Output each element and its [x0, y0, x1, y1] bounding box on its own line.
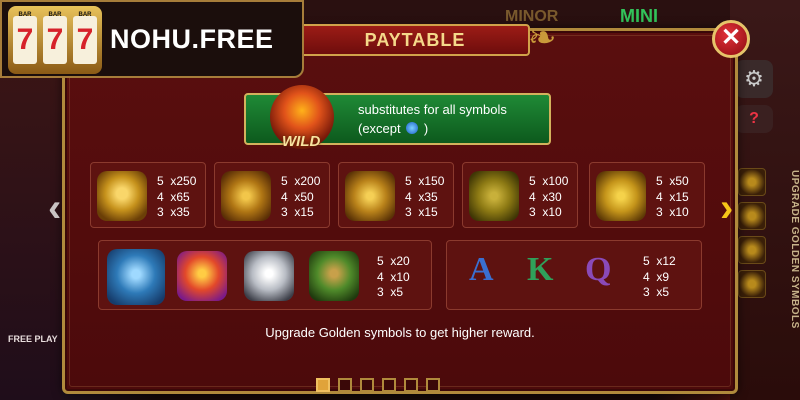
page-dot[interactable]	[426, 378, 440, 392]
blue-dragon-icon	[107, 249, 165, 305]
payout-values: 5 x150 4 x35 3 x15	[405, 174, 445, 219]
slot-machine-icon: BAR BAR BAR 7 7 7	[8, 6, 102, 74]
golden-phoenix-icon	[221, 171, 271, 221]
letter-q-icon: Q	[585, 251, 612, 288]
strip-symbol	[738, 236, 766, 264]
wild-exception: (except )	[358, 121, 428, 136]
paytable-cell-golden-turtle: 5 x100 4 x30 3 x10	[462, 162, 578, 228]
green-turtle-icon	[309, 251, 359, 301]
white-tiger-icon	[244, 251, 294, 301]
paytable-cell-letters: A K Q 5 x12 4 x9 3 x5	[446, 240, 702, 310]
wild-except-close: )	[423, 121, 429, 136]
payout-values: 5 x200 4 x50 3 x15	[281, 174, 321, 219]
paytable-cell-golden-phoenix: 5 x200 4 x50 3 x15	[214, 162, 330, 228]
page-indicator	[316, 378, 440, 396]
page-dot[interactable]	[382, 378, 396, 392]
golden-tiger-icon	[345, 171, 395, 221]
paytable-cell-golden-tiger: 5 x150 4 x35 3 x15	[338, 162, 454, 228]
payout-values: 5 x250 4 x65 3 x35	[157, 174, 197, 219]
payout-values: 5 x100 4 x30 3 x10	[529, 174, 569, 219]
wild-description: substitutes for all symbols	[358, 102, 507, 117]
red-phoenix-icon	[177, 251, 227, 301]
previous-page-arrow-icon[interactable]: ‹	[48, 186, 72, 230]
upgrade-hint-text: Upgrade Golden symbols to get higher rew…	[265, 325, 535, 340]
page-title: PAYTABLE	[364, 30, 466, 50]
paytable-cell-golden-dragon: 5 x250 4 x65 3 x35	[90, 162, 206, 228]
logo-text: NOHU.FREE	[110, 24, 274, 54]
payout-values: 5 x50 4 x15 3 x10	[656, 174, 689, 219]
paytable-title-bar: PAYTABLE	[300, 24, 530, 56]
settings-gear-icon[interactable]: ⚙	[735, 60, 773, 98]
bonus-gem-icon	[406, 122, 419, 134]
close-button[interactable]: ✕	[712, 20, 750, 58]
jackpot-mini-label: MINI	[620, 6, 658, 26]
reel-seven: 7	[73, 16, 97, 64]
paytable-cell-golden-koi: 5 x50 4 x15 3 x10	[589, 162, 705, 228]
next-page-arrow-icon[interactable]: ›	[720, 186, 750, 230]
golden-koi-icon	[596, 171, 646, 221]
payout-values: 5 x20 4 x10 3 x5	[377, 254, 410, 299]
help-button[interactable]: ?	[735, 105, 773, 133]
payout-values: 5 x12 4 x9 3 x5	[643, 254, 676, 299]
page-dot[interactable]	[404, 378, 418, 392]
page-dot[interactable]	[338, 378, 352, 392]
golden-turtle-icon	[469, 171, 519, 221]
upgrade-golden-symbols-banner: UPGRADE GOLDEN SYMBOLS	[789, 170, 800, 329]
paytable-cell-animals: 5 x20 4 x10 3 x5	[98, 240, 432, 310]
wild-except-text: (except	[358, 121, 401, 136]
wild-label: WILD	[282, 133, 321, 150]
site-logo: BAR BAR BAR 7 7 7 NOHU.FREE	[0, 0, 304, 78]
page-dot[interactable]	[316, 378, 330, 392]
gold-ornament-icon: ❧	[528, 19, 557, 57]
letter-k-icon: K	[527, 251, 554, 288]
reel-seven: 7	[13, 16, 37, 64]
golden-dragon-icon	[97, 171, 147, 221]
reel-seven: 7	[43, 16, 67, 64]
page-dot[interactable]	[360, 378, 374, 392]
left-scene-panel	[0, 60, 62, 400]
letter-a-icon: A	[469, 251, 494, 288]
strip-symbol	[738, 270, 766, 298]
